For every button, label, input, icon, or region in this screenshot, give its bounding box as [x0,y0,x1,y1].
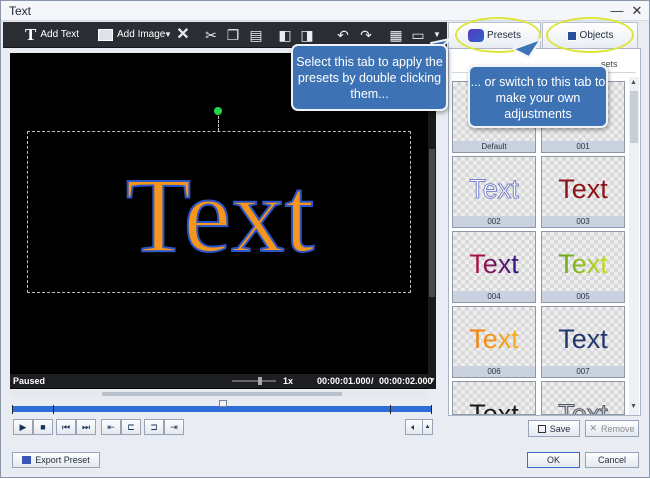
presets-tip-text: Select this tab to apply the presets by … [296,55,443,101]
objects-tip-callout: ... or switch to this tab to make your o… [468,65,608,128]
presets-tip-callout: Select this tab to apply the presets by … [291,44,448,111]
text-editor-window: Text — ✕ T Add Text Add Image ▼ ✕ ✂ ❐ ▤ … [0,0,650,478]
objects-tip-text: ... or switch to this tab to make your o… [470,75,606,121]
